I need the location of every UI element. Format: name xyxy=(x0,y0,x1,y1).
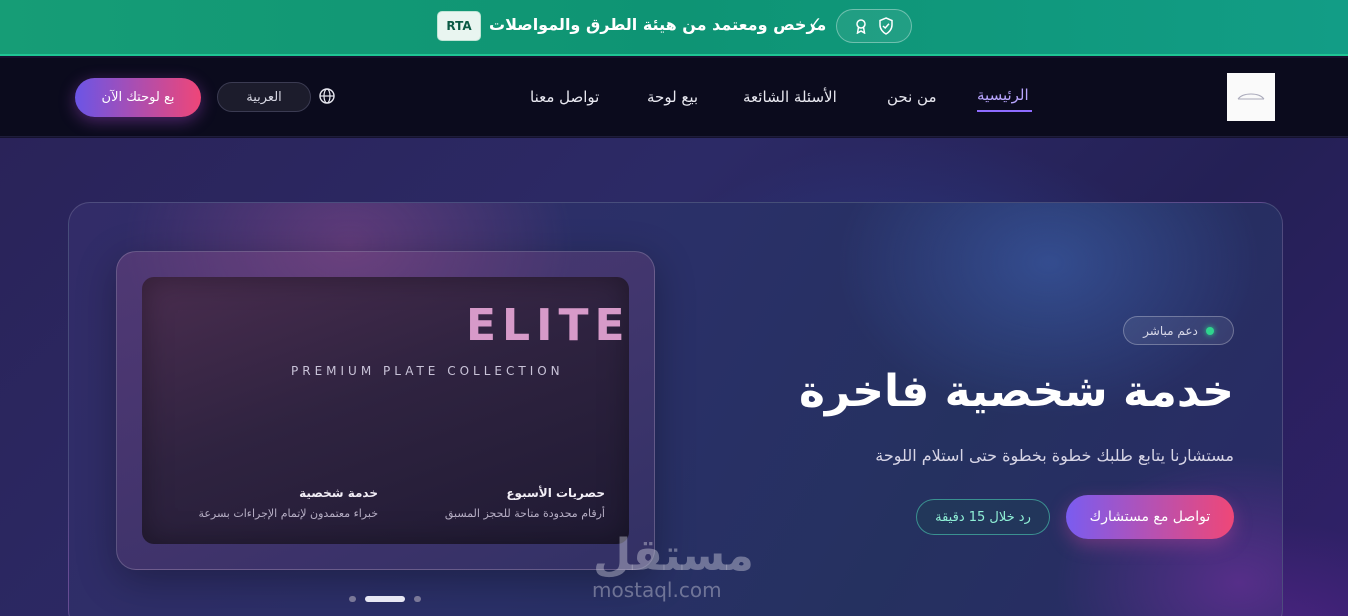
rta-badge: RTA xyxy=(437,11,481,41)
plate-brand: ELITE xyxy=(466,300,631,351)
feature-title: خدمة شخصية xyxy=(299,486,378,500)
watermark-arabic: مستقل xyxy=(593,530,754,581)
nav-link-home[interactable]: الرئيسية xyxy=(977,86,1029,104)
nav-link-faq[interactable]: الأسئلة الشائعة xyxy=(743,88,837,106)
award-ribbon-icon xyxy=(856,19,866,34)
shield-check-icon xyxy=(879,17,893,35)
active-nav-indicator xyxy=(977,110,1032,112)
check-icon: ✓ xyxy=(808,14,823,34)
live-support-label: دعم مباشر xyxy=(1143,323,1198,338)
sell-plate-button[interactable]: بع لوحتك الآن xyxy=(75,78,201,117)
globe-icon[interactable] xyxy=(318,87,336,105)
carousel-dot-active[interactable] xyxy=(365,596,405,602)
nav-link-sell-plate[interactable]: بيع لوحة xyxy=(647,88,698,106)
watermark-url: mostaql.com xyxy=(592,578,722,602)
carousel-dot[interactable] xyxy=(414,596,421,602)
license-text: مرخص ومعتمد من هيئة الطرق والمواصلات xyxy=(489,15,827,34)
carousel-dot[interactable] xyxy=(349,596,356,602)
live-status-dot xyxy=(1205,326,1214,335)
car-logo-icon xyxy=(1237,93,1265,100)
language-button[interactable]: العربية xyxy=(217,82,311,112)
hero-subtitle: مستشارنا يتابع طلبك خطوة بخطوة حتى استلا… xyxy=(875,446,1234,465)
nav-link-about[interactable]: من نحن xyxy=(887,88,937,106)
contact-advisor-button[interactable]: تواصل مع مستشارك xyxy=(1066,495,1234,539)
feature-desc: أرقام محدودة متاحة للحجز المسبق xyxy=(444,507,605,520)
hero-title: خدمة شخصية فاخرة xyxy=(798,366,1234,417)
feature-desc: خبراء معتمدون لإتمام الإجراءات بسرعة xyxy=(198,507,378,520)
reply-time-badge: رد خلال 15 دقيقة xyxy=(916,499,1050,535)
certification-badges xyxy=(836,9,912,43)
live-support-badge: دعم مباشر xyxy=(1123,316,1234,345)
site-logo[interactable] xyxy=(1227,73,1275,121)
plate-tagline: PREMIUM PLATE COLLECTION xyxy=(291,364,564,378)
nav-link-contact[interactable]: تواصل معنا xyxy=(530,88,599,106)
feature-title: حصريات الأسبوع xyxy=(506,486,605,500)
